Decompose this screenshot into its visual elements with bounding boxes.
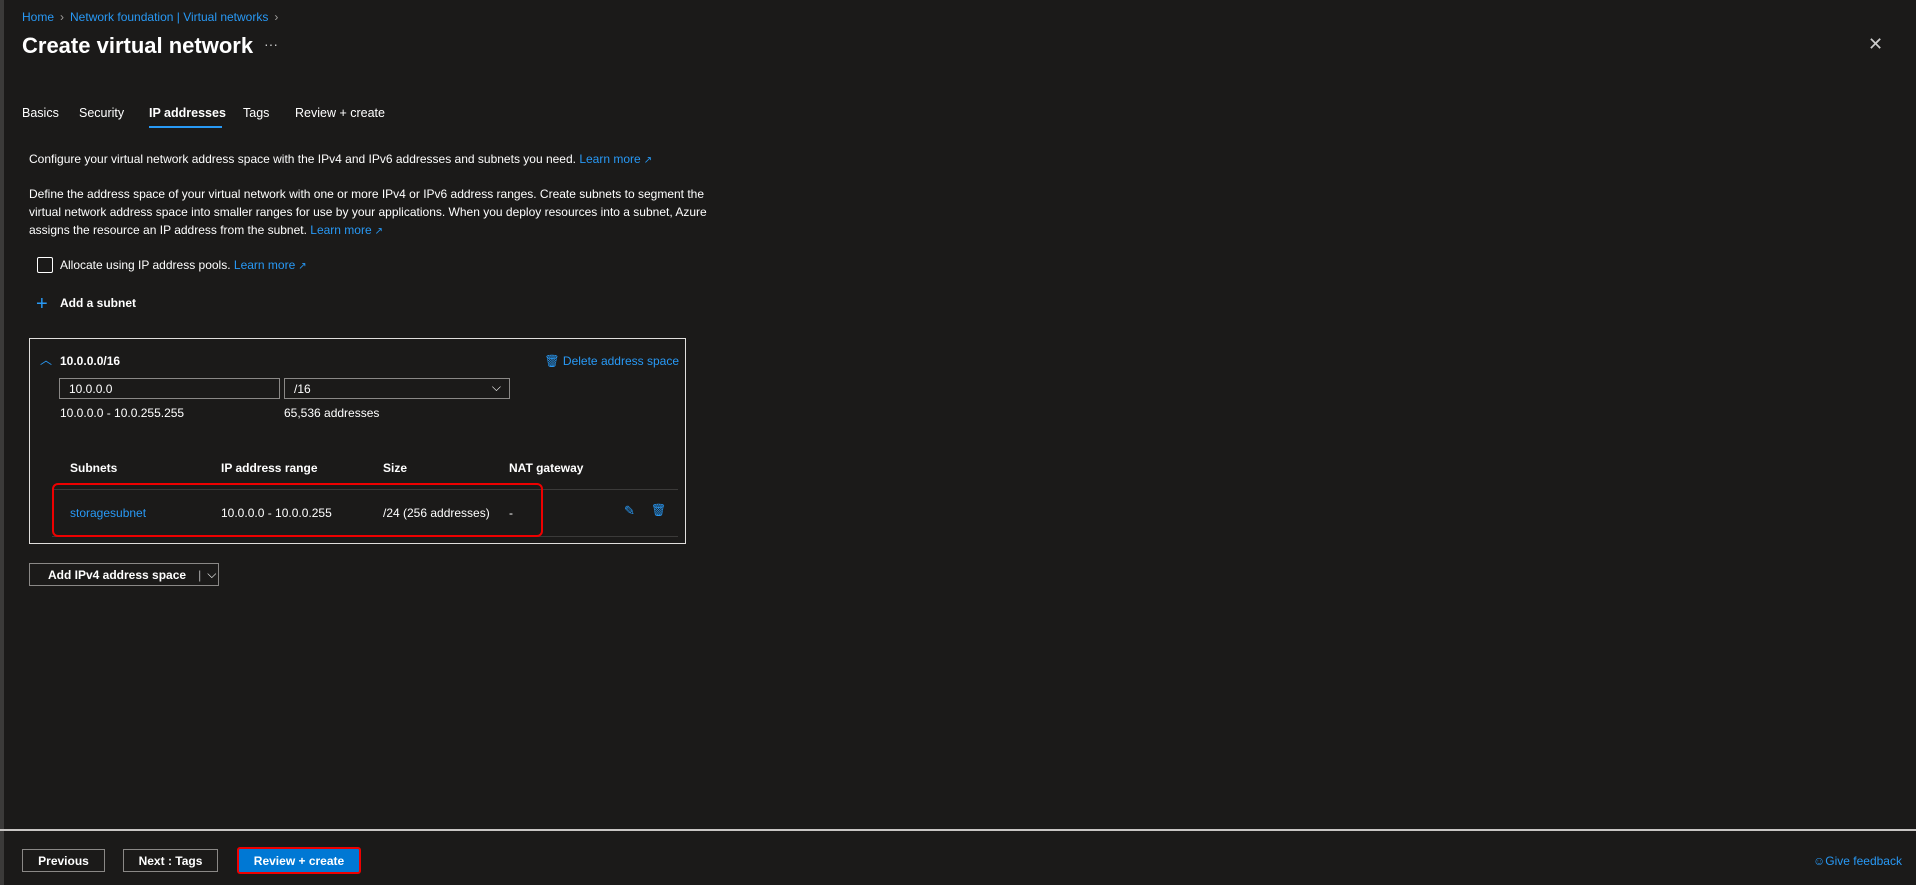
breadcrumb: Home › Network foundation | Virtual networ… bbox=[22, 10, 284, 24]
external-link-icon: ↗ bbox=[643, 155, 653, 166]
learn-more-label: Learn more bbox=[310, 223, 372, 237]
define-text: Define the address space of your virtual… bbox=[29, 185, 707, 241]
define-line: assigns the resource an IP address from … bbox=[29, 221, 707, 241]
page-title: Create virtual network bbox=[22, 33, 254, 58]
left-edge bbox=[0, 0, 4, 885]
allocate-label-text: Allocate using IP address pools. bbox=[60, 258, 231, 272]
col-ip-range: IP address range bbox=[221, 461, 318, 475]
breadcrumb-home[interactable]: Home bbox=[22, 10, 54, 24]
address-range: 10.0.0.0 - 10.0.255.255 bbox=[60, 406, 185, 420]
learn-more-link[interactable]: Learn more ↗ bbox=[579, 152, 652, 166]
previous-button[interactable]: Previous bbox=[22, 849, 105, 872]
chevron-right-icon: › bbox=[60, 10, 65, 24]
chevron-down-icon[interactable]: ⌵ bbox=[207, 567, 216, 582]
footer-divider bbox=[0, 829, 1916, 831]
separator: | bbox=[198, 567, 202, 582]
define-line-text: assigns the resource an IP address from … bbox=[29, 223, 307, 237]
external-link-icon: ↗ bbox=[374, 226, 384, 237]
address-count: 65,536 addresses bbox=[284, 406, 380, 420]
tab-review-create[interactable]: Review + create bbox=[295, 106, 385, 120]
define-line: virtual network address space into small… bbox=[29, 205, 707, 219]
add-ipv4-address-space-button[interactable]: Add IPv4 address space | ⌵ bbox=[29, 563, 219, 586]
chevron-up-icon[interactable]: ︿ bbox=[40, 351, 52, 368]
delete-trash-icon[interactable]: 🗑 bbox=[651, 503, 666, 517]
tab-basics[interactable]: Basics bbox=[22, 106, 59, 120]
intro-label: Configure your virtual network address s… bbox=[29, 152, 576, 166]
prefix-select[interactable]: /16 ⌵ bbox=[284, 378, 510, 399]
give-feedback-link[interactable]: ☺Give feedback bbox=[1813, 854, 1902, 868]
review-create-button[interactable]: Review + create bbox=[237, 847, 361, 874]
more-options-icon[interactable]: ··· bbox=[264, 36, 278, 52]
close-icon[interactable]: ✕ bbox=[1868, 34, 1883, 55]
intro-text: Configure your virtual network address s… bbox=[29, 150, 652, 170]
plus-icon: + bbox=[36, 293, 48, 315]
chevron-right-icon: › bbox=[274, 10, 279, 24]
tab-security[interactable]: Security bbox=[79, 106, 124, 120]
col-nat-gateway: NAT gateway bbox=[509, 461, 584, 475]
delete-label: Delete address space bbox=[562, 354, 679, 368]
col-subnets: Subnets bbox=[70, 461, 118, 475]
prefix-value: /16 bbox=[294, 382, 311, 396]
allocate-pools-label: Allocate using IP address pools. Learn m… bbox=[60, 256, 307, 276]
learn-more-label: Learn more bbox=[233, 258, 296, 272]
active-tab-indicator bbox=[149, 126, 222, 128]
col-size: Size bbox=[383, 461, 408, 475]
chevron-down-icon: ⌵ bbox=[491, 380, 501, 394]
highlight-annotation bbox=[52, 483, 543, 537]
tab-ip-addresses[interactable]: IP addresses bbox=[149, 106, 226, 120]
allocate-pools-checkbox[interactable] bbox=[37, 257, 53, 273]
edit-pencil-icon[interactable]: ✎ bbox=[624, 503, 635, 519]
trash-icon: 🗑 bbox=[544, 354, 560, 368]
learn-more-link[interactable]: Learn more ↗ bbox=[310, 223, 383, 237]
delete-address-space-button[interactable]: 🗑 Delete address space bbox=[544, 354, 679, 368]
learn-more-label: Learn more bbox=[579, 152, 641, 166]
address-input[interactable]: 10.0.0.0 bbox=[59, 378, 280, 399]
address-space-title: 10.0.0.0/16 bbox=[60, 354, 121, 368]
define-line: Define the address space of your virtual… bbox=[29, 187, 705, 201]
feedback-label: Give feedback bbox=[1825, 854, 1902, 868]
breadcrumb-virtual-networks[interactable]: Network foundation | Virtual networks bbox=[70, 10, 268, 24]
add-ipv4-label: Add IPv4 address space bbox=[48, 567, 187, 582]
feedback-icon: ☺ bbox=[1813, 854, 1826, 868]
add-subnet-button[interactable]: Add a subnet bbox=[60, 294, 136, 312]
next-tags-button[interactable]: Next : Tags bbox=[123, 849, 218, 872]
external-link-icon: ↗ bbox=[298, 261, 307, 272]
tab-tags[interactable]: Tags bbox=[243, 106, 269, 120]
learn-more-link[interactable]: Learn more ↗ bbox=[234, 258, 307, 272]
